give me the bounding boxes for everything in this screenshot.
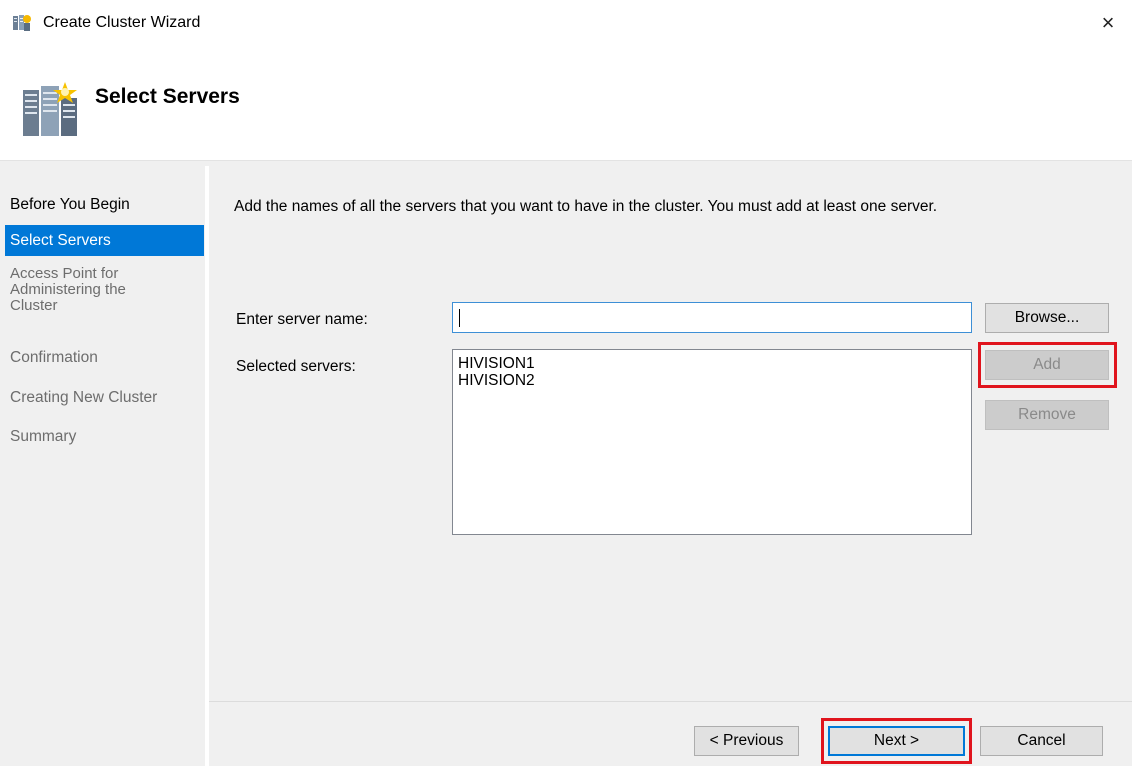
wizard-steps-nav: Before You Begin Select Servers Access P… <box>0 166 207 766</box>
wizard-footer: < Previous Next > Cancel <box>209 701 1132 766</box>
add-button[interactable]: Add <box>985 350 1109 380</box>
nav-step-access-point-line3: Cluster <box>10 297 58 314</box>
browse-button[interactable]: Browse... <box>985 303 1109 333</box>
server-name-label: Enter server name: <box>236 311 368 328</box>
nav-step-confirmation[interactable]: Confirmation <box>5 348 204 367</box>
instructions-text: Add the names of all the servers that yo… <box>234 198 938 215</box>
nav-step-access-point[interactable]: Access Point for Administering the Clust… <box>5 266 204 314</box>
window-title: Create Cluster Wizard <box>43 14 201 31</box>
cluster-server-large-icon <box>21 80 81 140</box>
cancel-button[interactable]: Cancel <box>980 726 1103 756</box>
main-panel: Add the names of all the servers that yo… <box>209 166 1132 701</box>
nav-step-before-you-begin[interactable]: Before You Begin <box>5 195 204 214</box>
wizard-header: Select Servers <box>0 52 1132 160</box>
title-bar: Create Cluster Wizard × <box>0 0 1132 52</box>
selected-servers-list[interactable]: HIVISION1 HIVISION2 <box>452 349 972 535</box>
page-title: Select Servers <box>95 85 240 108</box>
selected-servers-label: Selected servers: <box>236 358 356 375</box>
nav-step-creating-new-cluster[interactable]: Creating New Cluster <box>5 388 204 407</box>
cluster-server-icon <box>12 13 32 33</box>
list-item[interactable]: HIVISION2 <box>458 372 966 389</box>
nav-step-access-point-line1: Access Point for <box>10 265 119 282</box>
nav-step-summary[interactable]: Summary <box>5 427 204 446</box>
nav-step-select-servers[interactable]: Select Servers <box>5 225 204 256</box>
server-name-input[interactable] <box>452 302 972 333</box>
text-caret <box>459 309 460 327</box>
next-button[interactable]: Next > <box>828 726 965 756</box>
remove-button[interactable]: Remove <box>985 400 1109 430</box>
list-item[interactable]: HIVISION1 <box>458 355 966 372</box>
nav-step-access-point-line2: Administering the <box>10 281 126 298</box>
previous-button[interactable]: < Previous <box>694 726 799 756</box>
close-icon[interactable]: × <box>1096 11 1120 35</box>
